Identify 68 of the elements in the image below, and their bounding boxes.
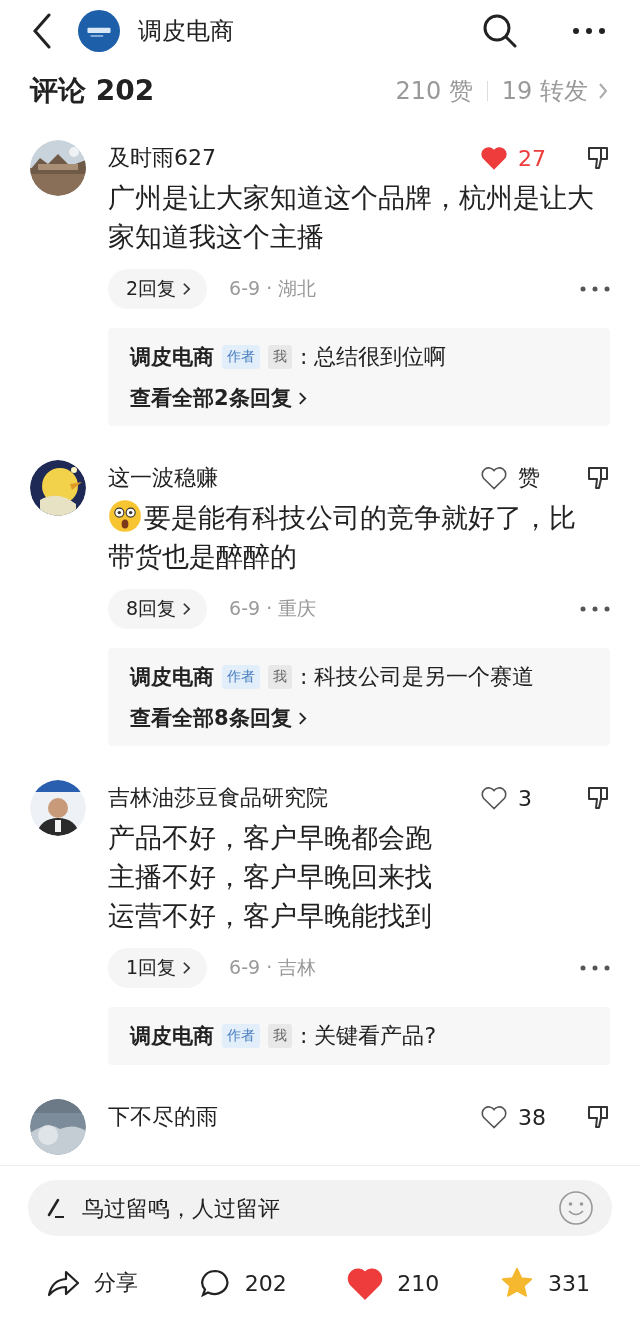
star-icon — [499, 1266, 534, 1300]
comment-text: 产品不好，客户早晚都会跑 — [108, 822, 432, 853]
more-icon[interactable] — [580, 606, 610, 612]
heart-icon — [480, 785, 508, 811]
dislike-icon[interactable] — [586, 145, 610, 171]
like-button[interactable]: 38 — [480, 1104, 546, 1130]
replies-button[interactable]: 2回复 — [108, 269, 208, 309]
reply-text: : 总结很到位啊 — [300, 343, 447, 371]
more-icon[interactable] — [572, 27, 606, 35]
me-tag: 我 — [268, 1024, 292, 1048]
dislike-icon[interactable] — [586, 785, 610, 811]
commenter-name[interactable]: 这一波稳赚 — [108, 463, 218, 493]
dislike-icon[interactable] — [586, 465, 610, 491]
author-tag: 作者 — [222, 665, 260, 689]
logo-icon — [78, 10, 120, 52]
chevron-right-icon — [297, 710, 307, 726]
pen-icon — [46, 1197, 66, 1219]
comment-date-location: 6-9 · 吉林 — [229, 955, 317, 980]
comments-title: 评论 202 — [30, 73, 155, 109]
heart-icon — [347, 1266, 384, 1300]
search-icon[interactable] — [482, 13, 518, 49]
like-button[interactable]: 27 — [480, 145, 546, 171]
account-name: 调皮电商 — [138, 16, 234, 47]
replies-button[interactable]: 1回复 — [108, 948, 208, 988]
me-tag: 我 — [268, 665, 292, 689]
share-icon — [46, 1268, 80, 1298]
heart-icon — [480, 465, 508, 491]
speech-bubble-icon — [198, 1268, 231, 1298]
like-button[interactable]: 赞 — [480, 463, 546, 493]
commenter-name[interactable]: 及时雨627 — [108, 143, 216, 173]
reply-author[interactable]: 调皮电商 — [130, 343, 214, 371]
favorite-button[interactable]: 331 — [499, 1266, 590, 1300]
comment-input-text[interactable]: 鸟过留鸣，人过留评 — [80, 1194, 544, 1222]
dislike-icon[interactable] — [586, 1104, 610, 1130]
like-button[interactable]: 3 — [480, 785, 546, 811]
reply-text: : 科技公司是另一个赛道 — [300, 663, 535, 691]
chevron-right-icon — [182, 282, 192, 296]
chevron-right-icon — [182, 602, 192, 616]
view-all-replies-link[interactable]: 查看全部8条回复 — [130, 704, 588, 732]
comment-input[interactable]: 鸟过留鸣，人过留评 — [28, 1180, 612, 1236]
comment-text: 运营不好，客户早晚能找到 — [108, 900, 432, 931]
reply-text: : 关键看产品? — [300, 1022, 437, 1050]
share-button[interactable]: 分享 — [46, 1266, 138, 1300]
more-icon[interactable] — [580, 965, 610, 971]
commenter-name[interactable]: 吉林油莎豆食品研究院 — [108, 783, 328, 813]
chevron-right-icon — [182, 961, 192, 975]
more-icon[interactable] — [580, 286, 610, 292]
reply-author[interactable]: 调皮电商 — [130, 663, 214, 691]
chevron-right-icon — [297, 390, 307, 406]
heart-icon — [480, 145, 508, 171]
replies-button[interactable]: 8回复 — [108, 589, 208, 629]
author-tag: 作者 — [222, 1024, 260, 1048]
comment-date-location: 6-9 · 湖北 — [229, 276, 317, 301]
like-count: 210 赞 — [395, 76, 473, 107]
commenter-name[interactable]: 下不尽的雨 — [108, 1102, 218, 1132]
heart-icon — [480, 1104, 508, 1130]
view-all-replies-link[interactable]: 查看全部2条回复 — [130, 384, 588, 412]
comment-button[interactable]: 202 — [198, 1266, 287, 1300]
back-icon[interactable] — [32, 13, 52, 49]
me-tag: 我 — [268, 345, 292, 369]
like-button[interactable]: 210 — [347, 1266, 440, 1300]
comment-date-location: 6-9 · 重庆 — [229, 596, 317, 621]
author-tag: 作者 — [222, 345, 260, 369]
reply-author[interactable]: 调皮电商 — [130, 1022, 214, 1050]
comment-text: 主播不好，客户早晚回来找 — [108, 861, 432, 892]
smiley-icon[interactable] — [558, 1190, 594, 1226]
comment-text: 要是能有科技公司的竞争就好了，比带货也是醉醉的 — [108, 502, 576, 572]
comment-text: 广州是让大家知道这个品牌，杭州是让大家知道我这个主播 — [108, 182, 594, 252]
